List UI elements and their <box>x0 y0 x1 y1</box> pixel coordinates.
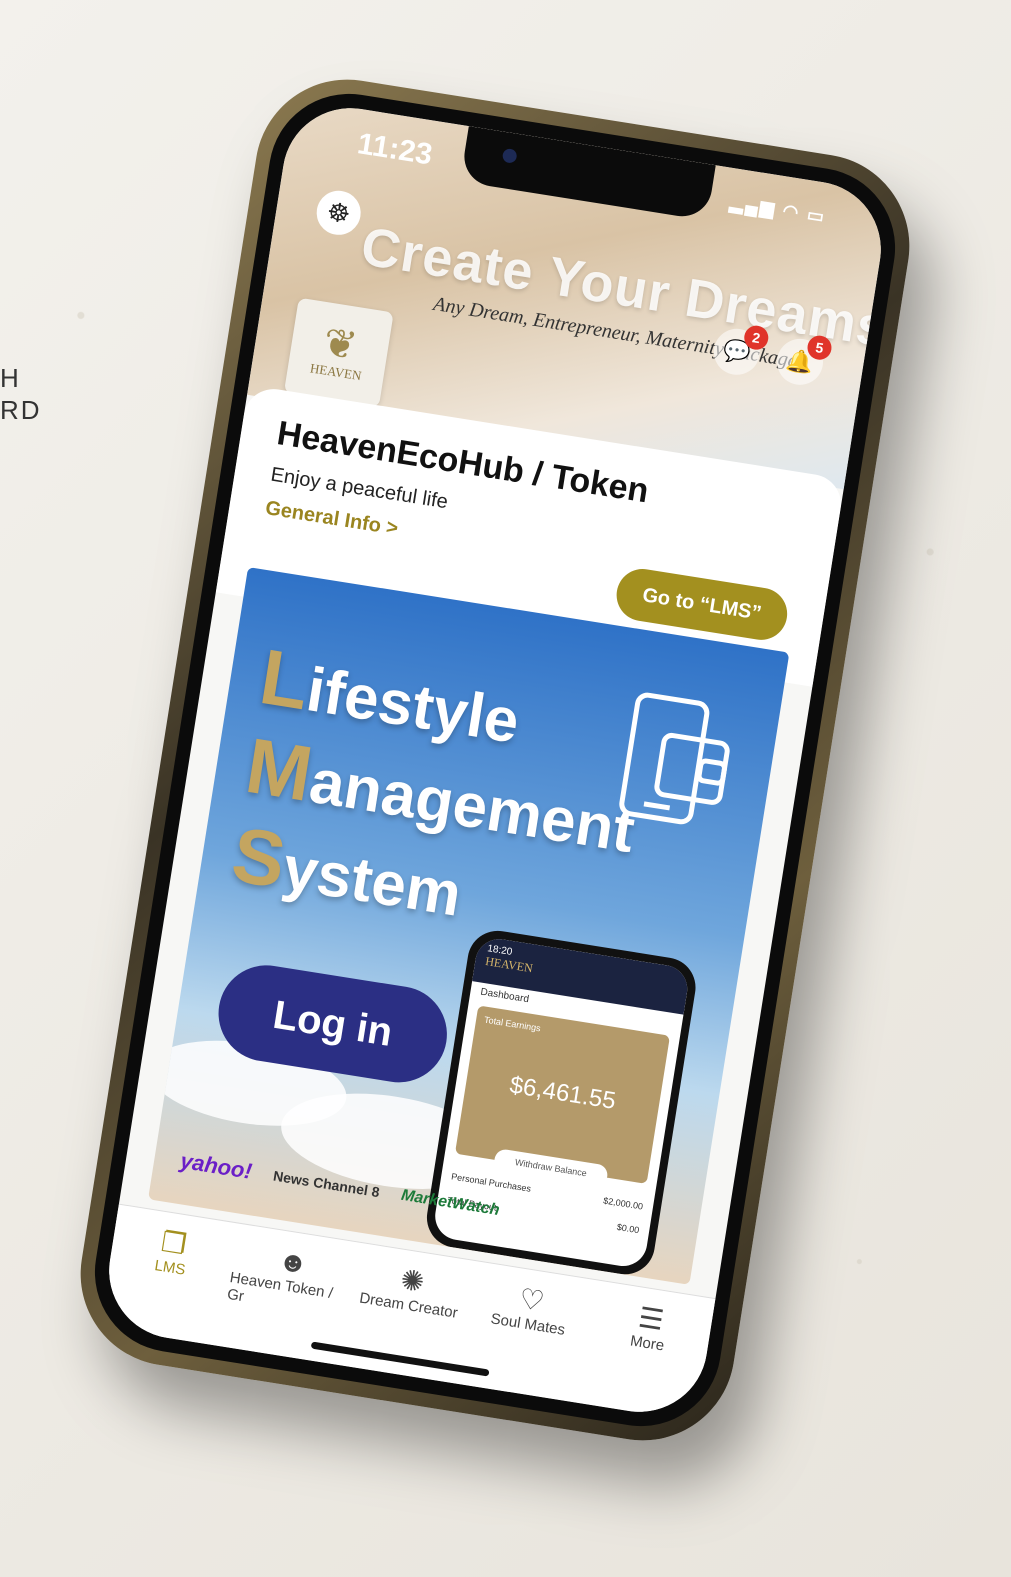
preview-earnings-card: Total Earnings $6,461.55 Withdraw Balanc… <box>454 1005 671 1188</box>
cards-icon: ❐ <box>159 1225 189 1261</box>
app-logo-icon[interactable]: ☸ <box>313 187 364 238</box>
lms-banner[interactable]: Lifestyle Management System Log in 18:20… <box>148 567 790 1285</box>
tab-dream-creator[interactable]: ✺ Dream Creator <box>348 1256 474 1323</box>
tab-more[interactable]: ☰ More <box>587 1294 713 1361</box>
brand-logo-tile: ❦ HEAVEN <box>283 297 394 408</box>
preview-earnings-label: Total Earnings <box>483 1014 542 1034</box>
group-icon: ☻ <box>276 1244 311 1280</box>
tab-lms[interactable]: ❐ LMS <box>109 1219 235 1286</box>
status-time: 11:23 <box>355 127 435 172</box>
phone-wallet-icon <box>619 692 730 825</box>
heart-icon: ♡ <box>516 1282 547 1318</box>
brand-name: HEAVEN <box>309 360 363 384</box>
signal-wifi-battery-icon: ▂▄▆ ◠ ▭ <box>728 192 828 227</box>
yahoo-logo: yahoo! <box>178 1147 254 1184</box>
background-side-text: H RD <box>0 363 42 425</box>
menu-icon: ☰ <box>636 1301 666 1337</box>
tree-icon: ❦ <box>320 319 361 369</box>
tab-soul-mates[interactable]: ♡ Soul Mates <box>467 1275 593 1342</box>
lightbulb-icon: ✺ <box>398 1263 427 1299</box>
dashboard-phone-preview: 18:20 HEAVEN Dashboard Total Earnings $6… <box>422 926 700 1279</box>
preview-earnings-amount: $6,461.55 <box>507 1071 618 1115</box>
tab-heaven-token[interactable]: ☻ Heaven Token / Gr <box>226 1237 355 1321</box>
home-indicator[interactable] <box>310 1341 490 1377</box>
